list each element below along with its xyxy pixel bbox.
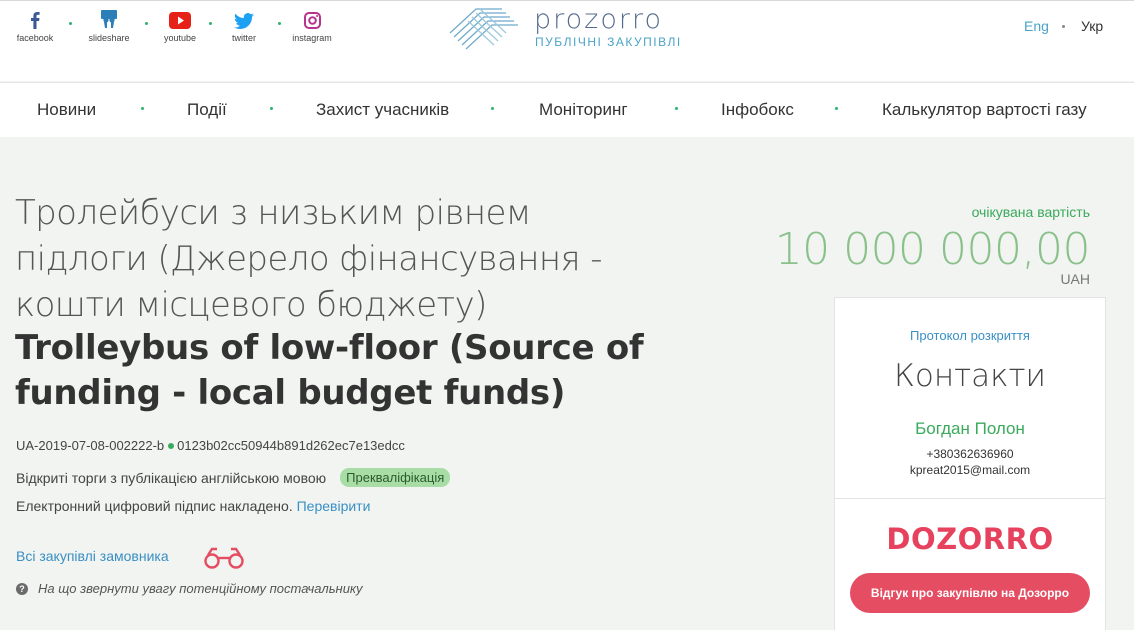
opening-protocol-link[interactable]: Протокол розкриття xyxy=(835,328,1105,343)
nav-events[interactable]: Події xyxy=(187,100,227,120)
separator-dot xyxy=(69,22,72,25)
nav-infobox[interactable]: Інфобокс xyxy=(721,100,794,120)
social-label: instagram xyxy=(292,33,332,43)
twitter-icon xyxy=(234,1,254,29)
social-label: facebook xyxy=(16,33,54,43)
social-label: slideshare xyxy=(88,33,130,43)
signature-row: Електронний цифровий підпис накладено. П… xyxy=(16,498,370,514)
nav-monitoring[interactable]: Моніторинг xyxy=(539,100,628,120)
verify-signature-link[interactable]: Перевірити xyxy=(297,498,371,514)
separator-dot xyxy=(168,443,175,450)
social-facebook[interactable]: facebook xyxy=(0,1,70,43)
signature-text: Електронний цифровий підпис накладено. xyxy=(16,498,293,514)
tender-hash: 0123b02cc50944b891d262ec7e13edcc xyxy=(177,438,405,453)
currency: UAH xyxy=(1060,271,1090,287)
tender-title-en: Trolleybus of low-floor (Source of fundi… xyxy=(15,328,644,413)
logo-subtitle: ПУБЛІЧНІ ЗАКУПІВЛІ xyxy=(535,35,682,49)
separator-dot xyxy=(491,107,494,110)
tender-id: UA-2019-07-08-002222-b xyxy=(16,438,165,453)
contacts-heading: Контакти xyxy=(894,358,1046,394)
prozorro-logo-mark xyxy=(449,8,518,50)
social-instagram[interactable]: instagram xyxy=(277,1,347,43)
hint-text: На що звернути увагу потенційному постач… xyxy=(38,581,363,596)
expected-value-amount: 10 000 000,00 xyxy=(774,224,1091,275)
logo-name: prozorro xyxy=(534,4,663,35)
expected-value-label: очікувана вартість xyxy=(971,204,1090,220)
slideshare-icon xyxy=(99,1,119,29)
dozorro-logo: DOZORRO xyxy=(886,522,1054,556)
procedure-type: Відкриті торги з публікацією англійською… xyxy=(16,469,327,486)
top-header: facebook slideshare youtube twitter inst… xyxy=(0,0,1134,81)
divider xyxy=(835,498,1105,499)
contact-person: Богдан Полон xyxy=(915,419,1025,438)
tender-title-ua: Тролейбуси з низьким рівнем підлоги (Дже… xyxy=(15,193,602,325)
social-label: youtube xyxy=(163,33,197,43)
contact-card: Протокол розкриття Контакти Богдан Полон… xyxy=(834,297,1106,630)
supplier-hint[interactable]: ? На що звернути увагу потенційному пост… xyxy=(16,581,363,596)
question-icon: ? xyxy=(16,582,28,595)
procedure-row: Відкриті торги з публікацією англійською… xyxy=(16,468,451,487)
prozorro-logo[interactable]: prozorro ПУБЛІЧНІ ЗАКУПІВЛІ xyxy=(446,3,686,51)
binoculars-icon[interactable] xyxy=(203,545,245,571)
lang-uk[interactable]: Укр xyxy=(1081,18,1103,34)
lang-en[interactable]: Eng xyxy=(1024,18,1049,34)
contact-email: kpreat2015@mail.com xyxy=(909,463,1031,477)
dozorro-feedback-button[interactable]: Відгук про закупівлю на Дозорро xyxy=(850,573,1090,613)
tender-identifiers: UA-2019-07-08-002222-b 0123b02cc50944b891… xyxy=(16,438,405,453)
facebook-icon xyxy=(30,1,40,29)
youtube-icon xyxy=(169,1,191,29)
separator-dot xyxy=(675,107,678,110)
separator-dot xyxy=(835,107,838,110)
separator-dot xyxy=(1062,25,1065,28)
social-slideshare[interactable]: slideshare xyxy=(74,1,144,43)
all-customer-purchases-link[interactable]: Всі закупівлі замовника xyxy=(16,548,169,564)
separator-dot xyxy=(270,107,273,110)
nav-gas-calculator[interactable]: Калькулятор вартості газу xyxy=(882,100,1087,120)
status-badge: Прекваліфікація xyxy=(340,468,451,487)
social-twitter[interactable]: twitter xyxy=(209,1,279,43)
nav-participant-protection[interactable]: Захист учасників xyxy=(316,100,449,120)
separator-dot xyxy=(141,107,144,110)
instagram-icon xyxy=(303,1,321,29)
contact-phone: +380362636960 xyxy=(926,447,1014,461)
main-nav: Новини Події Захист учасників Моніторинг… xyxy=(0,82,1134,137)
nav-news[interactable]: Новини xyxy=(37,100,96,120)
social-label: twitter xyxy=(231,33,256,43)
social-youtube[interactable]: youtube xyxy=(145,1,215,43)
